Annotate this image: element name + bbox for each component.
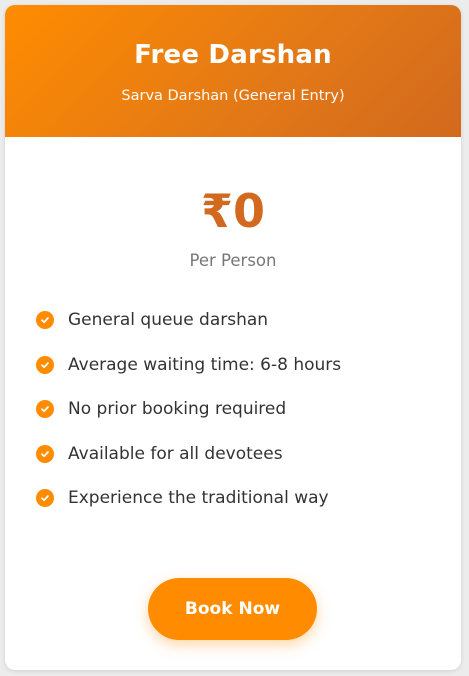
check-circle-icon (36, 355, 54, 374)
feature-item: Average waiting time: 6-8 hours (36, 343, 461, 388)
feature-item: No prior booking required (36, 387, 461, 432)
feature-text: General queue darshan (68, 310, 269, 331)
check-circle-icon (36, 311, 54, 330)
feature-text: Average waiting time: 6-8 hours (68, 354, 342, 375)
price: ₹0 (200, 184, 265, 238)
card-header: Free Darshan Sarva Darshan (General Entr… (5, 5, 461, 137)
check-circle-icon (36, 444, 54, 463)
feature-list: General queue darshan Average waiting ti… (5, 298, 461, 521)
feature-item: General queue darshan (36, 298, 461, 343)
feature-item: Available for all devotees (36, 432, 461, 477)
check-circle-icon (36, 489, 54, 508)
card-title: Free Darshan (134, 40, 332, 70)
check-circle-icon (36, 400, 54, 419)
feature-text: Experience the traditional way (68, 488, 329, 509)
book-now-button[interactable]: Book Now (148, 578, 317, 640)
feature-text: Available for all devotees (68, 443, 283, 464)
card-subtitle: Sarva Darshan (General Entry) (121, 88, 345, 104)
feature-item: Experience the traditional way (36, 476, 461, 521)
feature-text: No prior booking required (68, 399, 287, 420)
price-period: Per Person (189, 251, 277, 270)
pricing-card: Free Darshan Sarva Darshan (General Entr… (5, 5, 461, 670)
